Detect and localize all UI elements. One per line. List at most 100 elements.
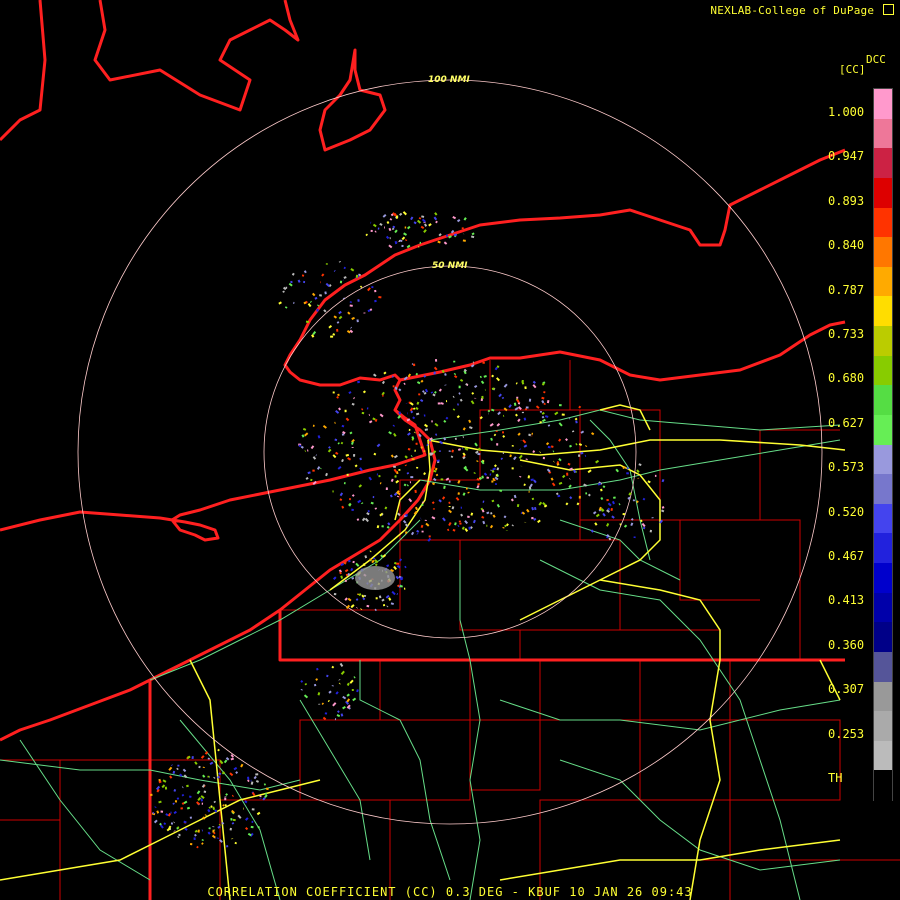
echo-speckle	[499, 489, 503, 493]
echo-speckle	[615, 468, 619, 473]
echo-speckle	[642, 526, 646, 530]
echo-speckle	[490, 437, 493, 441]
echo-speckle	[424, 423, 429, 428]
echo-speckle	[316, 466, 321, 470]
echo-speckle	[411, 363, 414, 366]
echo-speckle	[433, 469, 437, 473]
echo-speckle	[459, 378, 464, 382]
echo-speckle	[161, 784, 166, 789]
echo-speckle	[434, 391, 437, 394]
echo-speckle	[176, 767, 179, 771]
color-scale-segment	[874, 207, 892, 238]
echo-speckle	[647, 480, 651, 484]
echo-speckle	[437, 240, 441, 244]
echo-speckle	[231, 821, 235, 825]
echo-speckle	[558, 481, 563, 485]
echo-speckle	[374, 559, 379, 564]
range-rings	[77, 79, 823, 825]
echo-speckle	[435, 220, 438, 224]
echo-speckle	[344, 568, 349, 573]
echo-speckle	[247, 779, 250, 783]
echo-speckle	[158, 800, 162, 804]
echo-speckle	[162, 779, 167, 783]
echo-speckle	[172, 802, 175, 805]
color-scale-segment	[874, 177, 892, 208]
echo-speckle	[245, 826, 249, 831]
echo-speckle	[636, 469, 640, 473]
echo-speckle	[314, 296, 318, 300]
echo-speckle	[369, 308, 373, 311]
echo-speckle	[592, 511, 597, 515]
echo-speckle	[202, 816, 206, 820]
echo-speckle	[221, 821, 225, 825]
echo-speckle	[352, 697, 357, 702]
echo-speckle	[402, 519, 407, 524]
echo-speckle	[393, 454, 398, 459]
echo-speckle	[194, 833, 197, 837]
echo-speckle	[334, 438, 338, 442]
echo-speckle	[535, 405, 540, 409]
echo-speckle	[340, 713, 344, 717]
credit-text: NEXLAB-College of DuPage	[710, 4, 894, 17]
echo-speckle	[339, 492, 344, 497]
echo-speckle	[359, 285, 363, 289]
product-footer: CORRELATION COEFFICIENT (CC) 0.3 DEG - K…	[207, 885, 693, 899]
echo-speckle	[393, 565, 397, 570]
echo-speckle	[442, 517, 446, 522]
echo-speckle	[522, 439, 527, 444]
echo-speckle	[355, 598, 359, 601]
echo-speckle	[351, 577, 355, 580]
echo-speckle	[163, 822, 167, 826]
echo-speckle	[213, 800, 217, 804]
echo-speckle	[439, 440, 444, 445]
echo-speckle	[362, 563, 366, 567]
echo-speckle	[580, 451, 584, 455]
echo-speckle	[431, 516, 436, 520]
echo-speckle	[532, 380, 536, 384]
echo-speckle	[543, 390, 546, 394]
echo-speckle	[523, 417, 527, 421]
echo-speckle	[523, 483, 526, 486]
echo-speckle	[406, 418, 411, 422]
credit-label: NEXLAB-College of DuPage	[710, 4, 875, 17]
echo-speckle	[407, 373, 412, 378]
echo-speckle	[513, 456, 517, 461]
echo-speckle	[388, 431, 392, 435]
echo-speckle	[247, 832, 252, 837]
echo-speckle	[216, 775, 221, 779]
echo-speckle	[343, 276, 347, 279]
echo-speckle	[496, 423, 501, 427]
echo-speckle	[315, 678, 319, 681]
echo-speckle	[607, 507, 611, 511]
echo-speckle	[533, 479, 537, 484]
echo-speckle	[398, 411, 402, 415]
echo-speckle	[351, 316, 355, 320]
echo-speckle	[184, 827, 188, 831]
echo-speckle	[429, 437, 433, 441]
echo-speckle	[202, 774, 206, 778]
echo-speckle	[393, 561, 397, 565]
echo-speckle	[395, 479, 400, 484]
echo-speckle	[168, 766, 173, 771]
echo-speckle	[313, 683, 317, 687]
echo-speckle	[348, 391, 352, 395]
echo-speckle	[404, 523, 409, 528]
echo-speckle	[338, 310, 342, 315]
range-ring-label-100: 100 NMI	[428, 75, 470, 85]
echo-speckle	[335, 409, 340, 414]
echo-speckle	[341, 424, 345, 428]
echo-speckle	[442, 496, 446, 500]
echo-speckle	[386, 605, 389, 608]
echo-speckle	[534, 506, 537, 511]
echo-speckle	[457, 524, 460, 528]
echo-speckle	[487, 409, 491, 413]
echo-speckle	[438, 233, 442, 237]
echo-speckle	[464, 520, 469, 525]
echo-speckle	[231, 794, 234, 797]
echo-speckle	[382, 554, 387, 558]
echo-speckle	[357, 499, 362, 504]
echo-speckle	[182, 768, 187, 773]
echo-speckle	[412, 416, 416, 420]
echo-speckle	[550, 477, 554, 481]
echo-speckle	[317, 304, 320, 307]
